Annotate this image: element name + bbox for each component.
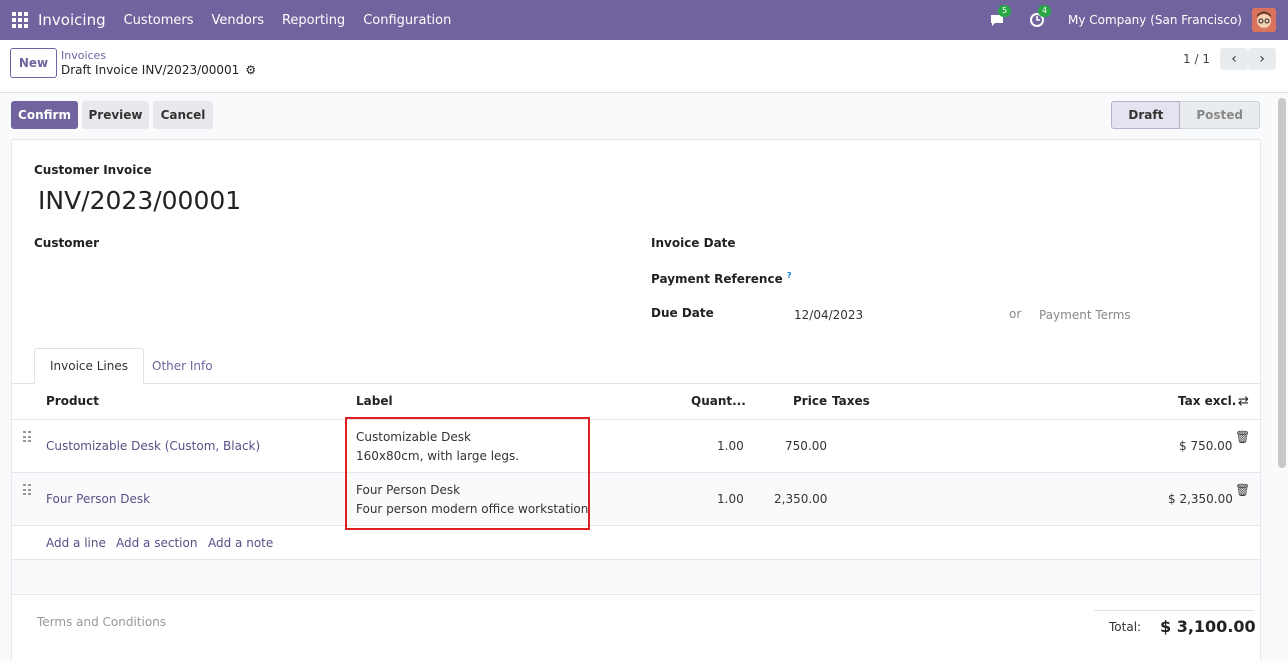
- header-quantity[interactable]: Quant...: [691, 394, 746, 408]
- due-date-label: Due Date: [651, 306, 714, 320]
- row-2-product[interactable]: Four Person Desk: [46, 492, 150, 506]
- user-avatar-icon: [1252, 8, 1276, 32]
- user-avatar[interactable]: [1252, 8, 1276, 32]
- pager-previous-button[interactable]: ‹: [1220, 48, 1248, 70]
- activities-button[interactable]: 4: [1028, 5, 1052, 29]
- header-price[interactable]: Price: [793, 394, 827, 408]
- row-divider: [12, 525, 1260, 526]
- document-type: Customer Invoice: [34, 163, 152, 177]
- new-button[interactable]: New: [10, 48, 57, 78]
- top-navbar: Invoicing Customers Vendors Reporting Co…: [0, 0, 1288, 40]
- messages-button[interactable]: 5: [988, 5, 1012, 29]
- total-amount: $ 3,100.00: [1160, 617, 1256, 636]
- table-footer-divider: [12, 594, 1260, 595]
- form-statusbar: Confirm Preview Cancel Draft Posted: [0, 93, 1276, 139]
- row-2-price[interactable]: 2,350.00: [774, 492, 827, 506]
- drag-handle-icon[interactable]: [23, 484, 31, 496]
- total-label: Total:: [1109, 620, 1142, 634]
- tab-invoice-lines[interactable]: Invoice Lines: [34, 348, 144, 384]
- payment-reference-label-text: Payment Reference: [651, 272, 783, 286]
- chevron-right-icon: ›: [1259, 51, 1265, 67]
- invoice-number: INV/2023/00001: [38, 186, 242, 215]
- label-column-highlight: [345, 417, 590, 530]
- nav-menu: Customers Vendors Reporting Configuratio…: [124, 13, 470, 28]
- form-sheet: Customer Invoice INV/2023/00001 Customer…: [11, 139, 1261, 661]
- trash-icon[interactable]: 🗑: [1235, 430, 1250, 444]
- due-date-field[interactable]: 12/04/2023: [794, 308, 863, 322]
- table-footer-band: [12, 560, 1260, 594]
- notebook-tabs: Invoice Lines Other Info: [12, 348, 1260, 384]
- optional-columns-icon[interactable]: ⇄: [1238, 394, 1249, 409]
- pager-value[interactable]: 1 / 1: [1183, 52, 1210, 66]
- gear-icon[interactable]: ⚙: [245, 63, 256, 77]
- status-posted[interactable]: Posted: [1180, 101, 1260, 129]
- preview-button[interactable]: Preview: [82, 101, 149, 129]
- row-2-quantity[interactable]: 1.00: [717, 492, 744, 506]
- breadcrumb-current: Draft Invoice INV/2023/00001 ⚙: [61, 63, 256, 77]
- add-section-link[interactable]: Add a section: [116, 536, 197, 550]
- breadcrumb-invoices[interactable]: Invoices: [61, 49, 106, 62]
- nav-item-configuration[interactable]: Configuration: [363, 13, 451, 28]
- help-icon[interactable]: ?: [787, 271, 792, 280]
- header-label[interactable]: Label: [356, 394, 393, 408]
- cancel-button[interactable]: Cancel: [153, 101, 213, 129]
- row-1-quantity[interactable]: 1.00: [717, 439, 744, 453]
- pager-next-button[interactable]: ›: [1248, 48, 1276, 70]
- chevron-left-icon: ‹: [1231, 51, 1237, 67]
- status-bar: Draft Posted: [1111, 101, 1260, 129]
- header-taxes[interactable]: Taxes: [832, 394, 870, 408]
- systray: 5 4 My Company (San Francisco): [988, 5, 1276, 32]
- page-scrollbar[interactable]: [1278, 98, 1286, 468]
- row-2-subtotal: $ 2,350.00: [1168, 492, 1233, 506]
- terms-conditions-field[interactable]: Terms and Conditions: [37, 615, 166, 629]
- messages-badge: 5: [998, 5, 1012, 17]
- app-name[interactable]: Invoicing: [38, 11, 106, 29]
- total-divider: [1094, 610, 1254, 611]
- nav-item-customers[interactable]: Customers: [124, 13, 194, 28]
- payment-reference-label: Payment Reference ?: [651, 271, 792, 286]
- header-tax-excl[interactable]: Tax excl.: [1178, 394, 1236, 408]
- add-line-link[interactable]: Add a line: [46, 536, 106, 550]
- row-1-price[interactable]: 750.00: [785, 439, 827, 453]
- confirm-button[interactable]: Confirm: [11, 101, 78, 129]
- row-1-product[interactable]: Customizable Desk (Custom, Black): [46, 439, 260, 453]
- payment-terms-field[interactable]: Payment Terms: [1039, 308, 1131, 322]
- status-draft[interactable]: Draft: [1111, 101, 1181, 129]
- breadcrumb-current-label: Draft Invoice INV/2023/00001: [61, 63, 240, 77]
- trash-icon[interactable]: 🗑: [1235, 483, 1250, 497]
- table-header-divider: [12, 419, 1260, 420]
- table-row-highlighted: [12, 473, 1260, 525]
- nav-item-vendors[interactable]: Vendors: [212, 13, 264, 28]
- add-note-link[interactable]: Add a note: [208, 536, 273, 550]
- row-1-subtotal: $ 750.00: [1179, 439, 1233, 453]
- nav-item-reporting[interactable]: Reporting: [282, 13, 345, 28]
- control-panel: New Invoices Draft Invoice INV/2023/0000…: [0, 40, 1288, 93]
- invoice-date-label: Invoice Date: [651, 236, 736, 250]
- header-product[interactable]: Product: [46, 394, 99, 408]
- activities-badge: 4: [1038, 5, 1052, 17]
- apps-menu-icon[interactable]: [12, 12, 28, 28]
- drag-handle-icon[interactable]: [23, 431, 31, 443]
- or-text: or: [1009, 307, 1022, 321]
- customer-label: Customer: [34, 236, 100, 250]
- tab-other-info[interactable]: Other Info: [137, 348, 228, 384]
- company-switcher[interactable]: My Company (San Francisco): [1068, 13, 1242, 27]
